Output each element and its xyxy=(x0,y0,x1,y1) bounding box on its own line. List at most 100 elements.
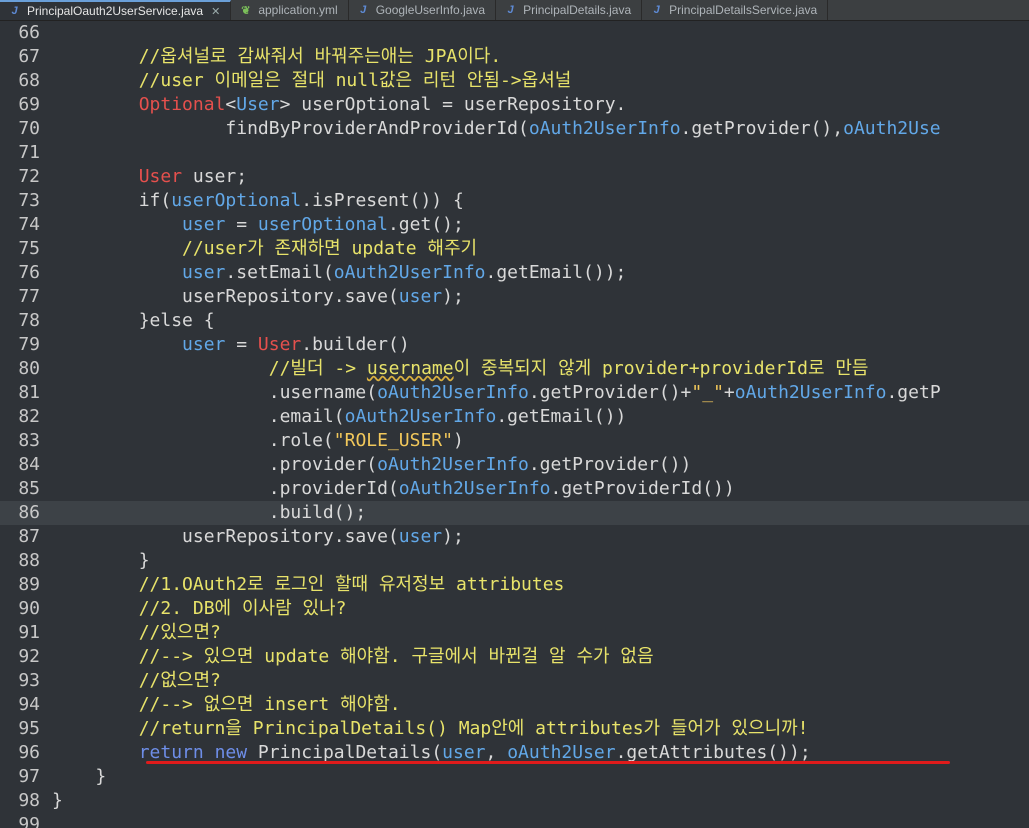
line-number: 79 xyxy=(18,334,40,355)
code-token: if( xyxy=(52,190,172,211)
tab-principaldetailsservice-java[interactable]: J PrincipalDetailsService.java xyxy=(642,0,829,20)
code-line[interactable]: 94 //--> 없으면 insert 해야함. xyxy=(0,693,1029,717)
code-line[interactable]: 66 xyxy=(0,21,1029,45)
tab-principaldetails-java[interactable]: J PrincipalDetails.java xyxy=(496,0,643,20)
line-number: 75 xyxy=(18,238,40,259)
line-number: 69 xyxy=(18,94,40,115)
close-tab-icon[interactable]: ✕ xyxy=(211,5,220,18)
code-line[interactable]: 71 xyxy=(0,141,1029,165)
java-file-icon: J xyxy=(653,4,660,16)
code-line[interactable]: 69 Optional<User> userOptional = userRep… xyxy=(0,93,1029,117)
tab-googleuserinfo-java[interactable]: J GoogleUserInfo.java xyxy=(349,0,497,20)
code-text: //user가 존재하면 update 해주기 xyxy=(52,237,477,261)
code-token: user xyxy=(182,334,226,355)
code-line[interactable]: 97 } xyxy=(0,765,1029,789)
line-number: 94 xyxy=(18,694,40,715)
line-number: 99 xyxy=(18,814,40,828)
code-token: userOptional xyxy=(257,214,388,235)
code-token: .username( xyxy=(52,382,378,403)
line-number: 84 xyxy=(18,454,40,475)
line-number: 95 xyxy=(18,718,40,739)
code-token: }else { xyxy=(52,310,215,331)
code-token: user xyxy=(182,262,226,283)
code-token: < xyxy=(225,94,237,115)
code-line[interactable]: 98} xyxy=(0,789,1029,813)
code-line[interactable]: 77 userRepository.save(user); xyxy=(0,285,1029,309)
code-line[interactable]: 84 .provider(oAuth2UserInfo.getProvider(… xyxy=(0,453,1029,477)
line-number: 90 xyxy=(18,598,40,619)
code-line[interactable]: 95 //return을 PrincipalDetails() Map안에 at… xyxy=(0,717,1029,741)
code-text: if(userOptional.isPresent()) { xyxy=(52,189,464,213)
code-line[interactable]: 73 if(userOptional.isPresent()) { xyxy=(0,189,1029,213)
code-token: User xyxy=(257,334,302,355)
code-line[interactable]: 89 //1.OAuth2로 로그인 할때 유저정보 attributes xyxy=(0,573,1029,597)
code-line[interactable]: 76 user.setEmail(oAuth2UserInfo.getEmail… xyxy=(0,261,1029,285)
code-text: User user; xyxy=(52,165,247,189)
code-text: userRepository.save(user); xyxy=(52,285,464,309)
line-number: 82 xyxy=(18,406,40,427)
code-line[interactable]: 91 //있으면? xyxy=(0,621,1029,645)
code-line[interactable]: 92 //--> 있으면 update 해야함. 구글에서 바뀐걸 알 수가 없… xyxy=(0,645,1029,669)
code-token: PrincipalDetails( xyxy=(247,742,443,763)
editor-tab-bar: J PrincipalOauth2UserService.java ✕ ❦ applic… xyxy=(0,0,1029,21)
code-text: //--> 있으면 update 해야함. 구글에서 바뀐걸 알 수가 없음 xyxy=(52,645,654,669)
code-line[interactable]: 93 //없으면? xyxy=(0,669,1029,693)
code-line[interactable]: 70 findByProviderAndProviderId(oAuth2Use… xyxy=(0,117,1029,141)
code-token: .isPresent()) { xyxy=(301,190,464,211)
code-token: User xyxy=(236,94,280,115)
line-number: 80 xyxy=(18,358,40,379)
code-line[interactable]: 99 xyxy=(0,813,1029,828)
code-line[interactable]: 86 .build(); xyxy=(0,501,1029,525)
code-token: oAuth2UserInfo xyxy=(377,454,529,475)
code-token: } xyxy=(52,550,150,571)
tab-principaloauth2userservice-java[interactable]: J PrincipalOauth2UserService.java ✕ xyxy=(0,0,232,20)
line-number: 96 xyxy=(18,742,40,763)
code-token: .builder() xyxy=(301,334,410,355)
code-text: .username(oAuth2UserInfo.getProvider()+"… xyxy=(52,381,941,405)
code-line[interactable]: 75 //user가 존재하면 update 해주기 xyxy=(0,237,1029,261)
code-token: .getAttributes()); xyxy=(615,742,811,763)
code-token: = xyxy=(225,214,258,235)
code-line[interactable]: 81 .username(oAuth2UserInfo.getProvider(… xyxy=(0,381,1029,405)
code-token: .email( xyxy=(52,406,345,427)
code-text: user.setEmail(oAuth2UserInfo.getEmail())… xyxy=(52,261,626,285)
code-line[interactable]: 79 user = User.builder() xyxy=(0,333,1029,357)
code-token: .getEmail()); xyxy=(485,262,627,283)
code-token: .getProvider()+ xyxy=(528,382,692,403)
code-line[interactable]: 78 }else { xyxy=(0,309,1029,333)
code-line[interactable]: 80 //빌더 -> username이 중복되지 않게 provider+pr… xyxy=(0,357,1029,381)
code-text: userRepository.save(user); xyxy=(52,525,464,549)
code-token: .provider( xyxy=(52,454,378,475)
code-line[interactable]: 74 user = userOptional.get(); xyxy=(0,213,1029,237)
tab-application-yml[interactable]: ❦ application.yml xyxy=(231,0,349,20)
code-line[interactable]: 82 .email(oAuth2UserInfo.getEmail()) xyxy=(0,405,1029,429)
code-line[interactable]: 90 //2. DB에 이사람 있나? xyxy=(0,597,1029,621)
line-number: 91 xyxy=(18,622,40,643)
code-token: , xyxy=(485,742,508,763)
code-text: //있으면? xyxy=(52,621,221,645)
code-line[interactable]: 72 User user; xyxy=(0,165,1029,189)
code-token: userRepository.save( xyxy=(52,526,399,547)
code-text: //2. DB에 이사람 있나? xyxy=(52,597,347,621)
code-line[interactable]: 83 .role("ROLE_USER") xyxy=(0,429,1029,453)
code-token: //--> 있으면 update 해야함. 구글에서 바뀐걸 알 수가 없음 xyxy=(138,646,654,667)
code-text: user = User.builder() xyxy=(52,333,410,357)
java-file-icon: J xyxy=(360,4,367,16)
code-line[interactable]: 87 userRepository.save(user); xyxy=(0,525,1029,549)
code-line[interactable]: 68 //user 이메일은 절대 null값은 리턴 안됨->옵셔널 xyxy=(0,69,1029,93)
code-token: oAuth2UserInfo xyxy=(398,478,551,499)
code-editor[interactable]: 66 67 //옵셔널로 감싸줘서 바꿔주는애는 JPA이다. 68 //user … xyxy=(0,21,1029,828)
code-line[interactable]: 67 //옵셔널로 감싸줘서 바꿔주는애는 JPA이다. xyxy=(0,45,1029,69)
code-line[interactable]: 88 } xyxy=(0,549,1029,573)
code-line[interactable]: 85 .providerId(oAuth2UserInfo.getProvide… xyxy=(0,477,1029,501)
code-token: Optional xyxy=(138,94,226,115)
code-token: //return을 PrincipalDetails() Map안에 attri… xyxy=(138,718,809,739)
line-number: 98 xyxy=(18,790,40,811)
code-token: user; xyxy=(182,166,248,187)
line-number: 73 xyxy=(18,190,40,211)
